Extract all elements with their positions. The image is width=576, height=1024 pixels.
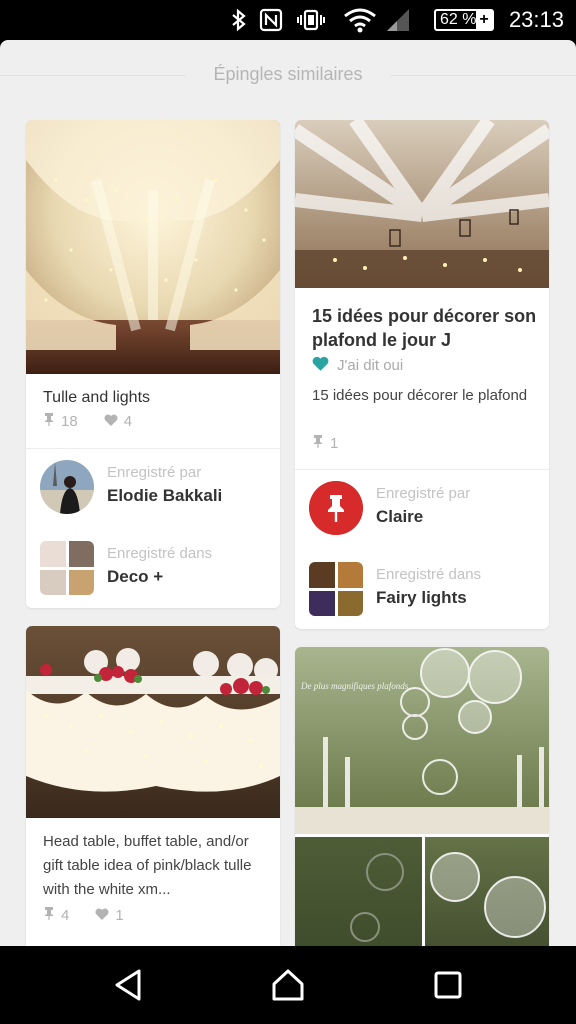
pin-stats: 4 1	[43, 906, 124, 924]
repin-icon	[312, 434, 324, 452]
battery-level: 62 %	[440, 11, 477, 28]
navigation-bar	[0, 946, 576, 1024]
saved-by-label: Enregistré par	[107, 464, 202, 481]
sheet-title: Épingles similaires	[213, 64, 363, 84]
avatar[interactable]	[40, 460, 94, 514]
pin-title: 15 idées pour décorer son plafond le jou…	[312, 306, 537, 350]
board-name[interactable]: Deco +	[107, 567, 163, 587]
clock: 23:13	[508, 7, 564, 32]
nfc-icon	[258, 8, 284, 32]
like-count: 4	[123, 412, 133, 430]
divider	[295, 469, 549, 470]
home-icon[interactable]	[266, 963, 310, 1007]
sheet-header: Épingles similaires	[0, 40, 576, 112]
pin-image[interactable]	[26, 120, 280, 374]
repin-icon	[43, 906, 55, 924]
pin-image[interactable]: De plus magnifiques plafonds...	[295, 647, 549, 946]
board-name[interactable]: Fairy lights	[376, 588, 467, 608]
saved-by-row[interactable]: Enregistré par Claire	[309, 481, 539, 535]
pin-title: Tulle and lights	[43, 389, 151, 406]
saved-by-row[interactable]: Enregistré par Elodie Bakkali	[40, 460, 270, 514]
pin-stats: 1	[312, 434, 338, 452]
source-name: J'ai dit oui	[337, 357, 404, 374]
repin-count: 1	[330, 434, 339, 452]
recents-icon[interactable]	[426, 963, 470, 1007]
heart-icon	[104, 413, 118, 430]
saved-in-label: Enregistré dans	[376, 566, 482, 583]
signal-icon	[385, 8, 411, 32]
pin-description: 15 idées pour décorer le plafond	[312, 387, 528, 404]
battery-indicator: 62 % +	[434, 9, 494, 31]
status-bar: 62 % + 23:13	[0, 0, 576, 40]
charging-icon: +	[476, 11, 492, 29]
repin-icon	[43, 412, 55, 430]
saved-in-label: Enregistré dans	[107, 545, 213, 562]
pushpin-icon	[309, 481, 363, 535]
divider	[26, 448, 280, 449]
pin-card-plafond[interactable]: 15 idées pour décorer son plafond le jou…	[295, 120, 549, 629]
wifi-icon	[343, 8, 377, 33]
board-thumbnail[interactable]	[40, 541, 94, 595]
similar-pins-sheet[interactable]: Épingles similaires Tulle and lights 18 …	[0, 40, 576, 946]
repin-count: 4	[61, 906, 70, 924]
like-count: 1	[115, 906, 124, 924]
saved-by-name[interactable]: Claire	[376, 507, 423, 527]
saved-in-row[interactable]: Enregistré dans Fairy lights	[309, 562, 539, 616]
pin-stats: 18 4	[43, 412, 132, 430]
pin-image[interactable]	[26, 626, 280, 818]
saved-by-label: Enregistré par	[376, 485, 471, 502]
repin-count: 18	[61, 412, 78, 430]
bluetooth-icon	[228, 8, 250, 32]
pin-source[interactable]: J'ai dit oui	[312, 356, 403, 375]
saved-in-row[interactable]: Enregistré dans Deco +	[40, 541, 270, 595]
back-icon[interactable]	[106, 963, 150, 1007]
pin-card-head-table[interactable]: Head table, buffet table, and/or gift ta…	[26, 626, 280, 946]
pin-image[interactable]	[295, 120, 549, 288]
heart-icon	[312, 356, 329, 375]
saved-by-name[interactable]: Elodie Bakkali	[107, 486, 222, 506]
pin-card-tulle-lights[interactable]: Tulle and lights 18 4 Enregistré par Elo…	[26, 120, 280, 608]
pin-card-lanterns[interactable]: De plus magnifiques plafonds...	[295, 647, 549, 946]
avatar[interactable]	[309, 481, 363, 535]
vibrate-icon	[296, 8, 326, 32]
heart-icon	[95, 907, 109, 924]
board-thumbnail[interactable]	[309, 562, 363, 616]
image-overlay-text: De plus magnifiques plafonds...	[300, 681, 415, 691]
pin-description: Head table, buffet table, and/or gift ta…	[43, 833, 252, 898]
